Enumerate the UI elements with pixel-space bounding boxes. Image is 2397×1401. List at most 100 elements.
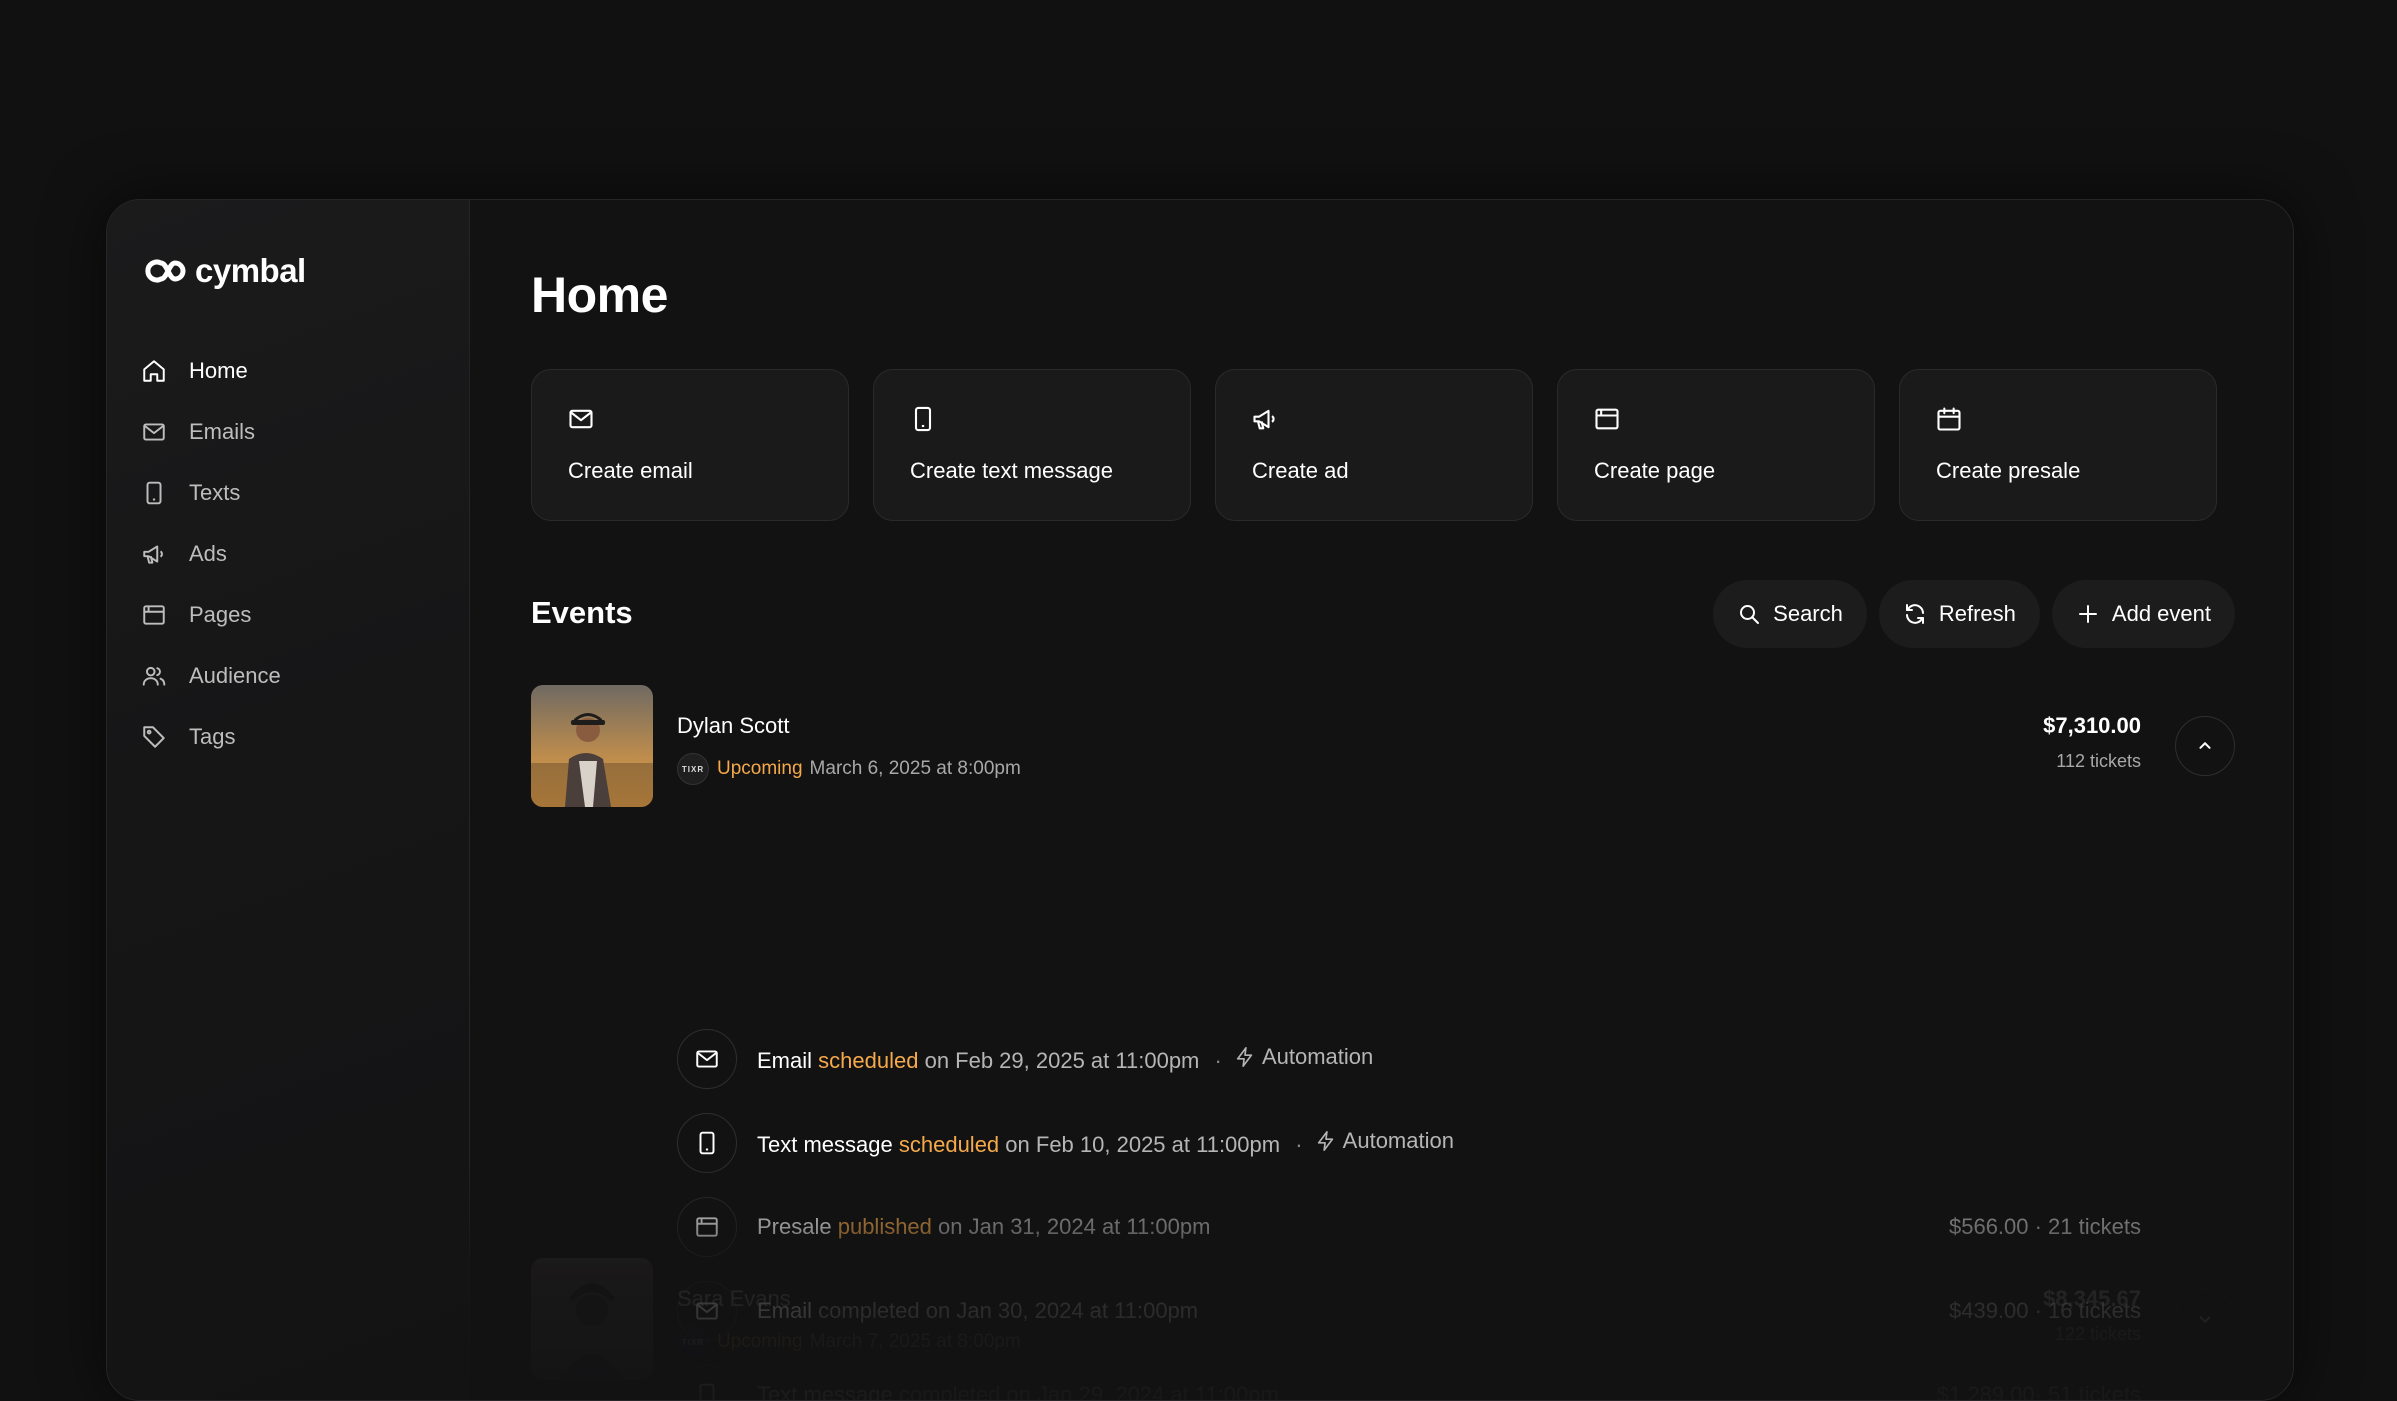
sidebar-item-label: Pages: [189, 601, 252, 627]
activity-revenue: $1,289.00· 51 tickets: [1936, 1382, 2141, 1401]
separator: ·: [1295, 1132, 1303, 1157]
lightning-icon: [1317, 1131, 1333, 1151]
card-label: Create presale: [1936, 458, 2081, 483]
quick-actions: Create email Create text message Create …: [531, 369, 2217, 521]
event-date: March 7, 2025 at 8:00pm: [809, 1331, 1021, 1352]
activity-item[interactable]: Presale published on Jan 31, 2024 at 11:…: [677, 1185, 2141, 1269]
event-date: March 6, 2025 at 8:00pm: [809, 758, 1021, 779]
add-event-button[interactable]: Add event: [2051, 580, 2235, 648]
automation-label: Automation: [1342, 1128, 1454, 1153]
mail-icon: [569, 409, 593, 429]
event-row[interactable]: Dylan Scott TIXR Upcoming March 6, 2025 …: [531, 685, 2235, 807]
event-name: Dylan Scott: [677, 713, 790, 738]
megaphone-icon: [1253, 409, 1275, 430]
chevron-up-icon: [2199, 742, 2211, 749]
refresh-button[interactable]: Refresh: [1878, 580, 2040, 648]
brand-logo[interactable]: cymbal: [141, 252, 306, 290]
refresh-button-label: Refresh: [1938, 601, 2016, 626]
activity-status: scheduled: [898, 1132, 1000, 1157]
sidebar-item-home[interactable]: Home: [141, 340, 281, 401]
sidebar-item-audience[interactable]: Audience: [141, 645, 281, 706]
activity-item[interactable]: Text message scheduled on Feb 10, 2025 a…: [677, 1101, 2141, 1185]
event-tickets: 122 tickets: [2054, 1324, 2141, 1344]
events-heading: Events: [531, 595, 633, 630]
activity-icon-wrap: [677, 1197, 737, 1257]
event-name: Sara Evans: [677, 1286, 791, 1311]
expand-button[interactable]: [2175, 1289, 2235, 1349]
refresh-icon: [1905, 604, 1924, 624]
artist-photo-image: [531, 685, 653, 807]
phone-icon: [146, 481, 162, 504]
activity-type: Presale: [757, 1214, 832, 1239]
ticketing-badge: TIXR: [677, 1326, 709, 1358]
activity-date: on Jan 31, 2024 at 11:00pm: [938, 1214, 1211, 1239]
sidebar-item-label: Texts: [189, 479, 241, 505]
tag-icon: [143, 725, 165, 748]
main-content: Home Create email Create text message Cr…: [469, 200, 2293, 1400]
search-button[interactable]: Search: [1713, 580, 1867, 648]
automation-label: Automation: [1261, 1044, 1374, 1069]
create-text-message-card[interactable]: Create text message: [873, 369, 1191, 521]
activity-date: on Feb 10, 2025 at 11:00pm: [1005, 1132, 1281, 1157]
events-actions: Search Refresh Add event: [1713, 580, 2235, 648]
sidebar-item-texts[interactable]: Texts: [141, 462, 281, 523]
card-label: Create ad: [1252, 458, 1349, 483]
sidebar-nav: Home Emails Texts Ads Pages Audience Tag…: [141, 340, 281, 767]
page-title: Home: [531, 267, 668, 323]
event-thumbnail: [531, 1258, 653, 1380]
sidebar-item-pages[interactable]: Pages: [141, 584, 281, 645]
ticketing-badge: TIXR: [677, 753, 709, 785]
sidebar-item-label: Ads: [189, 540, 227, 566]
chevron-down-icon: [2199, 1316, 2211, 1323]
sidebar-item-tags[interactable]: Tags: [141, 706, 281, 767]
browser-icon: [696, 1217, 718, 1237]
activity-date: on Feb 29, 2025 at 11:00pm: [924, 1048, 1200, 1073]
event-revenue: $7,310.00: [2043, 713, 2141, 738]
activity-status: completed on Jan 29, 2024 at 11:00pm: [898, 1382, 1279, 1401]
create-ad-card[interactable]: Create ad: [1215, 369, 1533, 521]
calendar-icon: [1937, 407, 1961, 431]
create-email-card[interactable]: Create email: [531, 369, 849, 521]
event-meta: TIXR Upcoming March 6, 2025 at 8:00pm: [677, 753, 1021, 785]
separator: ·: [1214, 1048, 1222, 1073]
card-label: Create text message: [910, 458, 1113, 483]
event-row[interactable]: Sara Evans TIXR Upcoming March 7, 2025 a…: [531, 1258, 2235, 1380]
phone-icon: [914, 406, 932, 432]
add-event-button-label: Add event: [2111, 601, 2211, 626]
search-button-label: Search: [1773, 601, 1843, 626]
activity-revenue: $566.00 · 21 tickets: [1948, 1214, 2141, 1239]
brand-name: cymbal: [195, 252, 306, 289]
activity-icon-wrap: [677, 1113, 737, 1173]
event-meta: TIXR Upcoming March 7, 2025 at 8:00pm: [677, 1326, 1021, 1358]
create-page-card[interactable]: Create page: [1557, 369, 1875, 521]
activity-type: Text message: [757, 1382, 893, 1401]
activity-item[interactable]: Email scheduled on Feb 29, 2025 at 11:00…: [677, 1017, 2141, 1101]
browser-icon: [143, 604, 165, 625]
status-badge: Upcoming: [717, 1331, 803, 1352]
browser-icon: [1595, 408, 1619, 430]
automation-tag: Automation: [1315, 1128, 1454, 1154]
activity-type: Text message: [757, 1132, 893, 1157]
phone-icon: [699, 1383, 715, 1400]
automation-tag: Automation: [1234, 1044, 1373, 1070]
mail-icon: [143, 422, 165, 441]
event-thumbnail: [531, 685, 653, 807]
activity-status: published: [837, 1214, 932, 1239]
activity-icon-wrap: [677, 1029, 737, 1089]
sidebar-item-label: Tags: [189, 723, 236, 749]
sidebar-item-emails[interactable]: Emails: [141, 401, 281, 462]
activity-status: scheduled: [818, 1048, 919, 1073]
sidebar-item-label: Emails: [189, 418, 256, 444]
collapse-button[interactable]: [2175, 716, 2235, 776]
app-window: cymbal Home Emails Texts Ads Pages Audie…: [106, 199, 2294, 1401]
lightning-icon: [1236, 1047, 1253, 1067]
event-tickets: 112 tickets: [2056, 751, 2141, 771]
plus-icon: [2078, 605, 2097, 623]
users-icon: [142, 666, 166, 686]
status-badge: Upcoming: [717, 758, 803, 779]
sidebar-item-label: Audience: [189, 662, 281, 688]
sidebar-item-ads[interactable]: Ads: [141, 523, 281, 584]
create-presale-card[interactable]: Create presale: [1899, 369, 2217, 521]
cymbal-logo-icon: [145, 259, 186, 283]
sidebar-item-label: Home: [189, 357, 248, 383]
